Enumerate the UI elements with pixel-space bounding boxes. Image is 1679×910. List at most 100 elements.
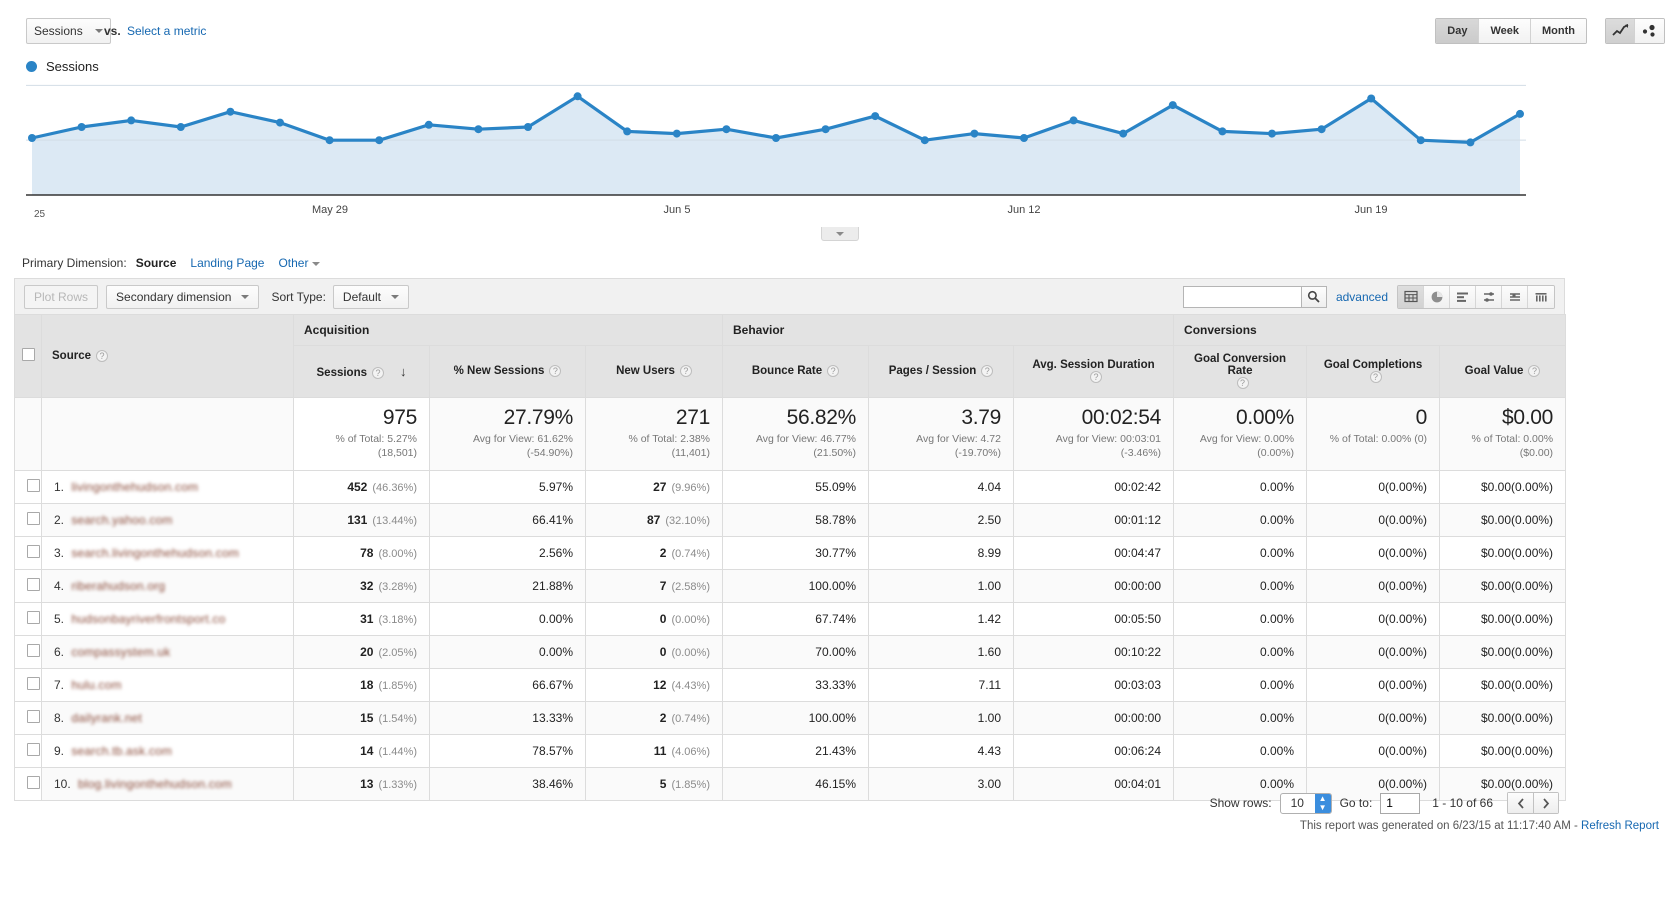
- help-icon[interactable]: ?: [1236, 377, 1249, 390]
- row-checkbox[interactable]: [27, 512, 40, 526]
- comparison-view-button[interactable]: [1476, 285, 1502, 308]
- previous-page-button[interactable]: [1507, 792, 1533, 814]
- column-header-avg-session-duration[interactable]: Avg. Session Duration?: [1012, 345, 1175, 398]
- help-icon[interactable]: ?: [1090, 371, 1103, 384]
- goal-conversion-rate-cell: 0.00%: [1173, 635, 1308, 670]
- bar-chart-view-button[interactable]: [1450, 285, 1476, 308]
- pie-chart-view-button[interactable]: [1424, 285, 1450, 308]
- table-row[interactable]: 5. hudsonbayriverfrontsport.co 31 (3.18%) 0…: [14, 602, 1567, 637]
- column-header-goal-completions[interactable]: Goal Completions?: [1306, 345, 1441, 398]
- table-row[interactable]: 4. riberahudson.org 32 (3.28%) 21.88% 7 (2.58…: [14, 569, 1567, 604]
- goal-completions-percent: (0.00%): [1385, 678, 1428, 693]
- source-link[interactable]: riberahudson.org: [71, 579, 165, 593]
- go-to-input[interactable]: [1380, 792, 1421, 814]
- sessions-percent: (1.54%): [378, 713, 417, 726]
- table-row[interactable]: 6. compassystem.uk 20 (2.05%) 0.00% 0 (0.00%)…: [14, 635, 1567, 670]
- goal-value-cell: $0.00(0.00%): [1439, 602, 1567, 637]
- plot-rows-button[interactable]: Plot Rows: [24, 284, 99, 309]
- row-checkbox[interactable]: [27, 677, 40, 691]
- column-header-bounce-rate[interactable]: Bounce Rate?: [722, 345, 869, 398]
- source-link[interactable]: livingonthehudson.com: [71, 480, 198, 494]
- table-row[interactable]: 2. search.yahoo.com 131 (13.44%) 66.41% 87 (3…: [14, 503, 1567, 538]
- x-axis-tick-label: Jun 19: [1354, 204, 1388, 216]
- granularity-month-button[interactable]: Month: [1531, 19, 1586, 43]
- source-cell: 7. hulu.com: [41, 668, 294, 703]
- summary-value: 00:02:54: [1081, 406, 1162, 429]
- secondary-dimension-button[interactable]: Secondary dimension: [106, 284, 260, 309]
- source-link[interactable]: dailyrank.net: [71, 711, 142, 725]
- column-header-goal-value[interactable]: Goal Value?: [1439, 345, 1567, 398]
- column-header-sessions[interactable]: Sessions? ↓: [293, 345, 430, 398]
- row-checkbox[interactable]: [27, 545, 40, 559]
- source-link[interactable]: hudsonbayriverfrontsport.co: [71, 612, 225, 626]
- table-row[interactable]: 3. search.livingonthehudson.com 78 (8.00%)…: [14, 536, 1567, 571]
- help-icon[interactable]: ?: [549, 365, 562, 378]
- column-header-goal-conversion-rate[interactable]: Goal Conversion Rate?: [1173, 345, 1308, 398]
- column-header-pages-session[interactable]: Pages / Session?: [868, 345, 1014, 398]
- help-icon[interactable]: ?: [827, 365, 840, 378]
- table-row[interactable]: 9. search.tb.ask.com 14 (1.44%) 78.57% 11 (4.…: [14, 734, 1567, 769]
- line-chart-type-button[interactable]: [1606, 19, 1635, 43]
- row-checkbox[interactable]: [27, 578, 40, 592]
- source-link[interactable]: hulu.com: [71, 678, 121, 692]
- pages-session-cell: 1.60: [868, 635, 1014, 670]
- goal-completions-percent: (0.00%): [1385, 612, 1428, 627]
- column-header-new-sessions-pct[interactable]: % New Sessions?: [429, 345, 586, 398]
- table-row[interactable]: 8. dailyrank.net 15 (1.54%) 13.33% 2 (0.74%) 1…: [14, 701, 1567, 736]
- sessions-percent: (1.44%): [378, 746, 417, 759]
- source-link[interactable]: search.tb.ask.com: [71, 744, 172, 758]
- dimension-header-cell[interactable]: Source?: [41, 314, 294, 398]
- show-rows-select[interactable]: 10 ▲ ▼: [1279, 792, 1332, 814]
- row-checkbox[interactable]: [27, 710, 40, 724]
- search-button[interactable]: [1300, 285, 1327, 308]
- stepper-arrows-icon[interactable]: ▲ ▼: [1314, 793, 1331, 813]
- chart-expand-toggle[interactable]: [820, 227, 859, 241]
- summary-value: 27.79%: [503, 406, 574, 429]
- bounce-rate-cell: 67.74%: [722, 602, 869, 637]
- advanced-filter-link[interactable]: advanced: [1336, 290, 1388, 304]
- table-view-button[interactable]: [1398, 285, 1424, 308]
- primary-dimension-bar: Primary Dimension: Source Landing Page O…: [22, 256, 321, 270]
- sessions-timeline-chart[interactable]: 50 25 May 29 Jun 5 Jun 12 Jun 19: [26, 62, 1653, 241]
- primary-dimension-landing-page-tab[interactable]: Landing Page: [190, 256, 264, 270]
- primary-dimension-other-menu[interactable]: Other: [278, 256, 321, 270]
- granularity-week-button[interactable]: Week: [1479, 19, 1532, 43]
- sessions-cell: 131 (13.44%): [293, 503, 430, 538]
- help-icon[interactable]: ?: [1528, 365, 1541, 378]
- motion-chart-type-button[interactable]: [1635, 19, 1664, 43]
- help-icon[interactable]: ?: [96, 349, 108, 362]
- help-icon[interactable]: ?: [1369, 371, 1382, 384]
- goal-value-cell: $0.00(0.00%): [1439, 734, 1567, 769]
- performance-view-button[interactable]: [1528, 285, 1554, 308]
- goal-conversion-rate-cell: 0.00%: [1173, 602, 1308, 637]
- search-input[interactable]: [1182, 285, 1301, 308]
- chevron-left-icon: [1517, 797, 1524, 809]
- select-metric-link[interactable]: Select a metric: [127, 24, 206, 38]
- summary-subtext: Avg for View: 4.72 (-19.70%): [916, 433, 1001, 460]
- column-header-new-users[interactable]: New Users?: [585, 345, 723, 398]
- pivot-view-button[interactable]: [1502, 285, 1528, 308]
- row-checkbox-cell: [14, 503, 42, 538]
- select-all-checkbox[interactable]: [21, 348, 35, 361]
- chevron-down-icon: [312, 261, 321, 266]
- source-link[interactable]: search.yahoo.com: [71, 513, 172, 527]
- help-icon[interactable]: ?: [981, 365, 994, 378]
- row-checkbox[interactable]: [27, 611, 40, 625]
- pages-session-cell: 7.11: [868, 668, 1014, 703]
- table-row[interactable]: 1. livingonthehudson.com 452 (46.36%) 5.97%…: [14, 470, 1567, 505]
- refresh-report-link[interactable]: Refresh Report: [1581, 820, 1659, 832]
- source-link[interactable]: compassystem.uk: [71, 645, 170, 659]
- help-icon[interactable]: ?: [679, 365, 692, 378]
- next-page-button[interactable]: [1533, 792, 1559, 814]
- source-link[interactable]: search.livingonthehudson.com: [71, 546, 239, 560]
- row-checkbox[interactable]: [27, 479, 40, 493]
- summary-cell: 0.00% Avg for View: 0.00% (0.00%): [1173, 396, 1308, 472]
- table-row[interactable]: 7. hulu.com 18 (1.85%) 66.67% 12 (4.43%) 33.33…: [14, 668, 1567, 703]
- row-checkbox[interactable]: [27, 644, 40, 658]
- sort-type-select[interactable]: Default: [332, 284, 409, 309]
- row-checkbox[interactable]: [27, 743, 40, 757]
- metric-select[interactable]: Sessions: [26, 18, 111, 44]
- granularity-day-button[interactable]: Day: [1436, 19, 1480, 43]
- help-icon[interactable]: ?: [372, 366, 384, 379]
- primary-dimension-source-tab[interactable]: Source: [136, 256, 177, 270]
